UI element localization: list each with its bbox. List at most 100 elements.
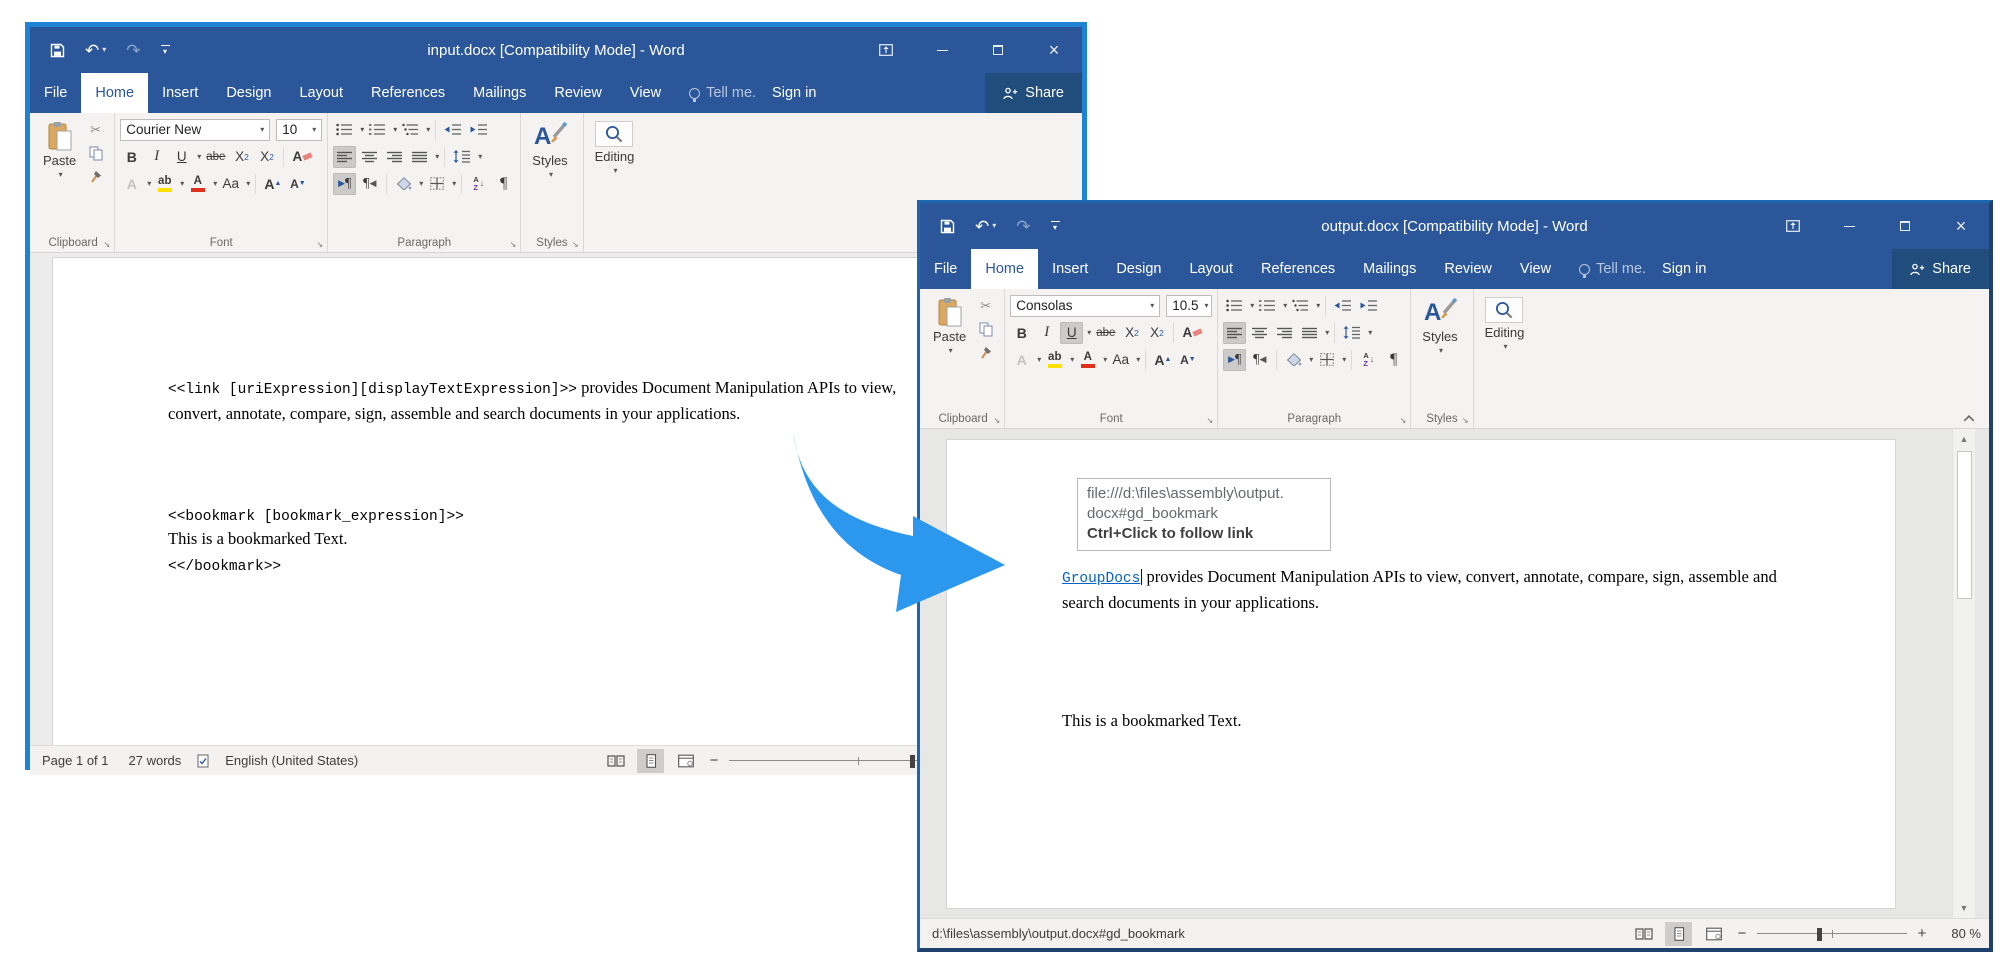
change-case-button[interactable]: Aa: [1109, 349, 1132, 371]
tell-me-box[interactable]: Tell me.: [1565, 249, 1652, 289]
line-spacing-button[interactable]: [1340, 322, 1364, 344]
cut-button[interactable]: ✂: [974, 297, 997, 315]
bullets-button[interactable]: [1223, 295, 1246, 317]
italic-button[interactable]: I: [145, 146, 168, 168]
align-center-button[interactable]: [358, 146, 381, 168]
font-color-button[interactable]: A: [1076, 349, 1099, 371]
grow-font-button[interactable]: A▲: [261, 173, 284, 195]
underline-button[interactable]: U: [170, 146, 193, 168]
tab-references[interactable]: References: [1247, 249, 1349, 289]
scroll-down-button[interactable]: ▼: [1953, 898, 1975, 918]
save-button[interactable]: [940, 219, 955, 234]
underline-dropdown-icon[interactable]: ▾: [197, 152, 201, 161]
ribbon-display-options-button[interactable]: [858, 27, 914, 73]
clear-formatting-button[interactable]: A: [289, 146, 315, 168]
paragraph-dialog-launcher[interactable]: ↘: [1400, 417, 1407, 425]
web-layout-button[interactable]: [672, 749, 699, 773]
line-spacing-button[interactable]: [450, 146, 474, 168]
tab-file[interactable]: File: [920, 249, 971, 289]
share-button[interactable]: Share: [1892, 249, 1989, 289]
highlight-color-button[interactable]: ab: [153, 173, 176, 195]
tab-design[interactable]: Design: [212, 73, 285, 113]
borders-button[interactable]: [425, 173, 448, 195]
document-page[interactable]: file:///d:\files\assembly\output. docx#g…: [946, 439, 1896, 909]
grow-font-button[interactable]: A▲: [1151, 349, 1174, 371]
redo-button[interactable]: ↷: [126, 42, 140, 59]
strikethrough-button[interactable]: abe: [1093, 322, 1118, 344]
save-button[interactable]: [50, 43, 65, 58]
subscript-button[interactable]: X2: [230, 146, 253, 168]
sign-in-button[interactable]: Sign in: [1652, 249, 1716, 289]
numbering-button[interactable]: [1256, 295, 1279, 317]
styles-button[interactable]: A Styles ▾: [1416, 293, 1463, 410]
copy-button[interactable]: [84, 144, 107, 162]
align-right-button[interactable]: [383, 146, 406, 168]
tab-view[interactable]: View: [1506, 249, 1565, 289]
right-to-left-button[interactable]: ¶◀: [1248, 349, 1271, 371]
close-button[interactable]: ×: [1026, 27, 1082, 73]
tab-review[interactable]: Review: [540, 73, 616, 113]
zoom-out-button[interactable]: −: [1735, 925, 1749, 942]
zoom-slider[interactable]: [1757, 927, 1907, 941]
styles-dialog-launcher[interactable]: ↘: [1462, 417, 1469, 425]
font-color-button[interactable]: A: [186, 173, 209, 195]
align-left-button[interactable]: [333, 146, 356, 168]
zoom-in-button[interactable]: +: [1915, 925, 1929, 942]
font-dialog-launcher[interactable]: ↘: [317, 241, 324, 249]
increase-indent-button[interactable]: [467, 119, 491, 141]
zoom-percentage[interactable]: 80 %: [1937, 926, 1981, 941]
decrease-indent-button[interactable]: [441, 119, 465, 141]
underline-dropdown-icon[interactable]: ▾: [1087, 328, 1091, 337]
qat-customize-button[interactable]: ▾: [1051, 221, 1060, 232]
borders-button[interactable]: [1315, 349, 1338, 371]
tab-layout[interactable]: Layout: [1175, 249, 1247, 289]
strikethrough-button[interactable]: abe: [203, 146, 228, 168]
underline-button[interactable]: U: [1060, 322, 1083, 344]
styles-button[interactable]: A Styles ▾: [526, 117, 573, 234]
bold-button[interactable]: B: [1010, 322, 1033, 344]
slider-thumb[interactable]: [1817, 928, 1822, 941]
shrink-font-button[interactable]: A▼: [1176, 349, 1199, 371]
format-painter-button[interactable]: [84, 167, 107, 185]
scrollbar-thumb[interactable]: [1957, 451, 1972, 599]
tab-references[interactable]: References: [357, 73, 459, 113]
vertical-scrollbar[interactable]: ▲ ▼: [1952, 429, 1975, 918]
align-right-button[interactable]: [1273, 322, 1296, 344]
read-mode-button[interactable]: [602, 749, 629, 773]
paste-button[interactable]: Paste ▾: [927, 293, 972, 410]
paste-button[interactable]: Paste ▾: [37, 117, 82, 234]
redo-button[interactable]: ↷: [1016, 218, 1030, 235]
bullets-button[interactable]: [333, 119, 356, 141]
text-effects-button[interactable]: A: [1010, 349, 1033, 371]
show-formatting-marks-button[interactable]: ¶: [1382, 349, 1405, 371]
slider-thumb[interactable]: [910, 755, 915, 768]
sort-button[interactable]: AZ↓: [1357, 349, 1380, 371]
minimize-button[interactable]: [914, 27, 970, 73]
shrink-font-button[interactable]: A▼: [286, 173, 309, 195]
right-to-left-button[interactable]: ¶◀: [358, 173, 381, 195]
tab-insert[interactable]: Insert: [1038, 249, 1102, 289]
cut-button[interactable]: ✂: [84, 121, 107, 139]
print-layout-button[interactable]: [1665, 922, 1692, 946]
share-button[interactable]: Share: [985, 73, 1082, 113]
close-button[interactable]: ×: [1933, 203, 1989, 249]
increase-indent-button[interactable]: [1357, 295, 1381, 317]
sort-button[interactable]: AZ↓: [467, 173, 490, 195]
groupdocs-hyperlink[interactable]: GroupDocs: [1062, 571, 1140, 587]
justify-button[interactable]: [408, 146, 431, 168]
tab-mailings[interactable]: Mailings: [459, 73, 540, 113]
highlight-color-button[interactable]: ab: [1043, 349, 1066, 371]
word-count-status[interactable]: 27 words: [119, 753, 192, 768]
maximize-button[interactable]: [970, 27, 1026, 73]
font-name-select[interactable]: Consolas▾: [1010, 295, 1160, 317]
web-layout-button[interactable]: [1700, 922, 1727, 946]
tab-file[interactable]: File: [30, 73, 81, 113]
show-formatting-marks-button[interactable]: ¶: [492, 173, 515, 195]
numbering-button[interactable]: [366, 119, 389, 141]
format-painter-button[interactable]: [974, 343, 997, 361]
copy-button[interactable]: [974, 320, 997, 338]
align-left-button[interactable]: [1223, 322, 1246, 344]
tab-view[interactable]: View: [616, 73, 675, 113]
tab-layout[interactable]: Layout: [285, 73, 357, 113]
read-mode-button[interactable]: [1630, 922, 1657, 946]
